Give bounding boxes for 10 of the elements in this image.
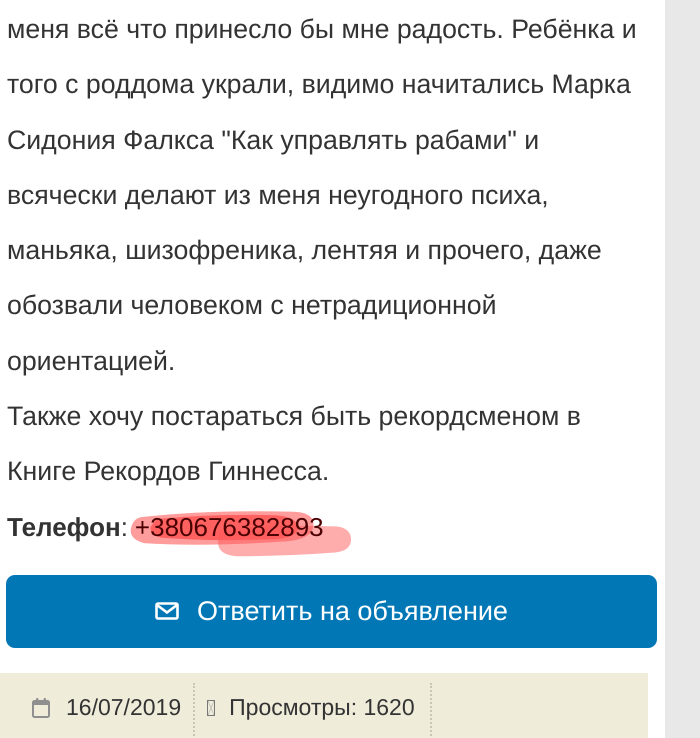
- missing-glyph-icon: [207, 700, 216, 716]
- ad-text-paragraph: меня всё что принесло бы мне радость. Ребёнка и того с роддома украли, видимо начитались Марка Сидония Фалкса "Как управлять рабами" и всячески делают из меня неугодного психа, маньяка, шизофреника, лентяя и прочего, даже обозвали человеком с нетрадиционной ориентацией.: [6, 13, 638, 378]
- view-count: Просмотры: 1620: [229, 694, 415, 722]
- post-date: 16/07/2019: [66, 694, 182, 722]
- phone-label: Телефон:: [7, 512, 128, 542]
- phone-number: +380676382893: [134, 512, 324, 542]
- reply-button[interactable]: Ответить на объявление: [6, 574, 657, 648]
- calendar-icon: [32, 698, 50, 718]
- ad-text-paragraph: Также хочу постараться быть рекордсменом в Книге Рекордов Гиннесса.: [6, 400, 582, 488]
- envelope-icon: [155, 602, 180, 620]
